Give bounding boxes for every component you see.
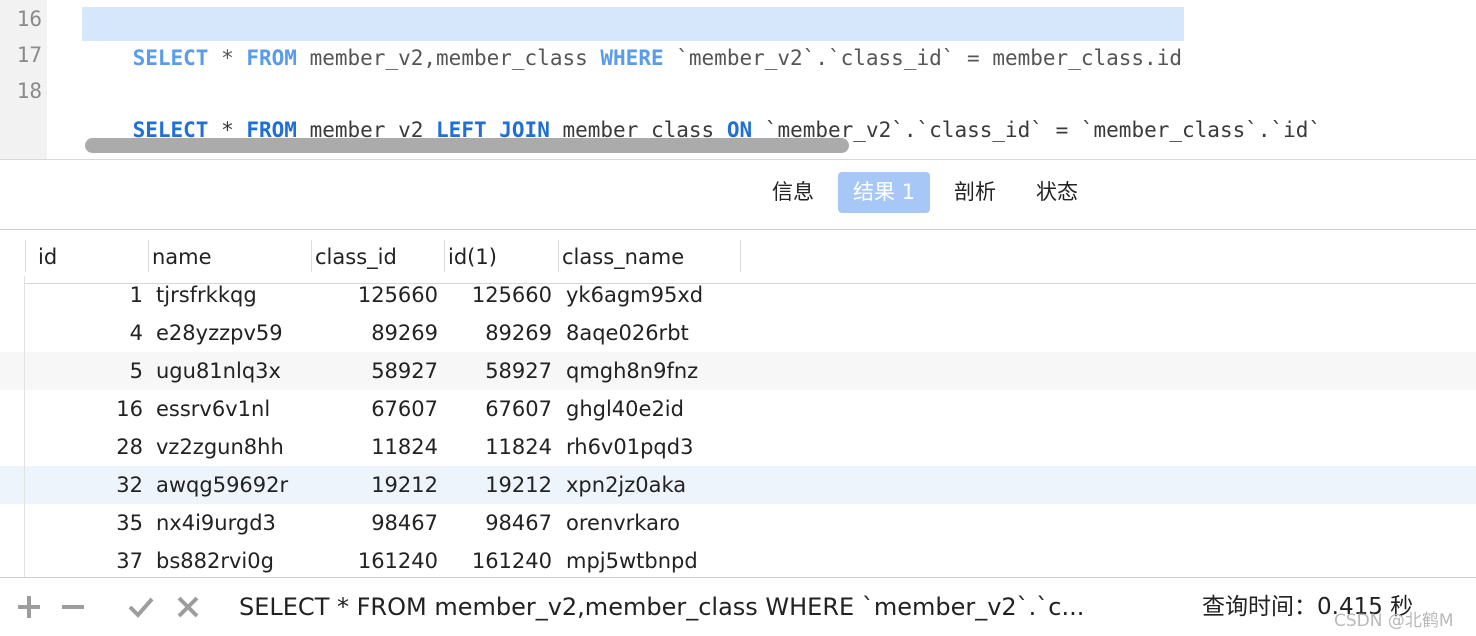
cell-id[interactable]: 28 [30,428,143,466]
table-row[interactable]: 5 ugu81nlq3x 58927 58927 qmgh8n9fnz [0,352,1476,390]
cell-name[interactable]: tjrsfrkkqg [156,276,257,314]
cross-icon[interactable] [173,592,203,622]
status-sql-text: SELECT * FROM member_v2,member_class WHE… [239,593,1085,621]
row-indicator[interactable] [0,466,25,504]
cell-name[interactable]: awqg59692r [156,466,288,504]
code-text: `member_v2`.`class_id` = member_class.id [663,46,1182,70]
cell-id[interactable]: 1 [30,276,143,314]
cell-id-1[interactable]: 89269 [446,314,552,352]
cell-class-id[interactable]: 67607 [312,390,438,428]
cell-class-name[interactable]: ghgl40e2id [566,390,684,428]
cell-id-1[interactable]: 67607 [446,390,552,428]
table-row[interactable]: 1 tjrsfrkkqg 125660 125660 yk6agm95xd [0,276,1476,314]
cell-class-name[interactable]: orenvrkaro [566,504,680,542]
table-row[interactable]: 35 nx4i9urgd3 98467 98467 orenvrkaro [0,504,1476,542]
cell-class-name[interactable]: 8aqe026rbt [566,314,689,352]
cell-class-name[interactable]: rh6v01pqd3 [566,428,693,466]
cell-class-name[interactable]: yk6agm95xd [566,276,703,314]
column-separator[interactable] [148,240,149,272]
line-number-gutter: 16 17 18 [0,0,47,160]
cell-name[interactable]: e28yzzpv59 [156,314,283,352]
column-separator[interactable] [558,240,559,272]
cell-class-name[interactable]: qmgh8n9fnz [566,352,698,390]
watermark: CSDN @北鹤M [1334,611,1454,631]
column-separator[interactable] [444,240,445,272]
cell-class-name[interactable]: mpj5wtbnpd [566,542,698,577]
row-indicator[interactable] [0,390,25,428]
cell-class-id[interactable]: 58927 [312,352,438,390]
cell-class-id[interactable]: 161240 [312,542,438,577]
plus-icon[interactable] [14,592,44,622]
cell-name[interactable]: vz2zgun8hh [156,428,284,466]
table-row[interactable]: 4 e28yzzpv59 89269 89269 8aqe026rbt [0,314,1476,352]
minus-icon[interactable] [58,592,88,622]
code-line[interactable]: SELECT * FROM member_v2 LEFT JOIN member… [82,79,1322,142]
cell-id[interactable]: 35 [30,504,143,542]
line-number: 16 [16,7,42,31]
cell-name[interactable]: essrv6v1nl [156,390,270,428]
cell-id-1[interactable]: 11824 [446,428,552,466]
status-bar: SELECT * FROM member_v2,member_class WHE… [0,577,1476,636]
cell-id[interactable]: 32 [30,466,143,504]
row-indicator[interactable] [0,352,25,390]
cell-class-id[interactable]: 19212 [312,466,438,504]
tab-status[interactable]: 状态 [1026,172,1088,213]
sql-keyword: SELECT [132,46,209,70]
code-line-selected[interactable]: SELECT * FROM member_v2,member_class WHE… [82,7,1184,70]
row-indicator[interactable] [0,504,25,542]
sql-keyword: WHERE [600,46,664,70]
cell-id-1[interactable]: 161240 [446,542,552,577]
cell-name[interactable]: ugu81nlq3x [156,352,281,390]
cell-class-id[interactable]: 89269 [312,314,438,352]
sql-editor[interactable]: 16 17 18 SELECT * FROM member_v2,member_… [0,0,1476,160]
cell-class-id[interactable]: 11824 [312,428,438,466]
line-number: 17 [16,43,42,67]
cell-id[interactable]: 4 [30,314,143,352]
row-indicator[interactable] [0,276,25,314]
table-row[interactable]: 28 vz2zgun8hh 11824 11824 rh6v01pqd3 [0,428,1476,466]
table-row[interactable]: 16 essrv6v1nl 67607 67607 ghgl40e2id [0,390,1476,428]
cell-id[interactable]: 37 [30,542,143,577]
column-separator [25,240,26,272]
cell-name[interactable]: nx4i9urgd3 [156,504,276,542]
cell-id[interactable]: 16 [30,390,143,428]
cell-id-1[interactable]: 125660 [446,276,552,314]
result-tabs: 信息 结果 1 剖析 状态 [0,160,1476,230]
cell-class-id[interactable]: 125660 [312,276,438,314]
cell-id[interactable]: 5 [30,352,143,390]
horizontal-scrollbar-thumb[interactable] [85,138,849,153]
table-row[interactable]: 32 awqg59692r 19212 19212 xpn2jz0aka [0,466,1476,504]
tab-result-1[interactable]: 结果 1 [838,172,930,213]
row-indicator[interactable] [0,314,25,352]
sql-keyword: FROM [246,46,297,70]
cell-class-name[interactable]: xpn2jz0aka [566,466,686,504]
row-indicator[interactable] [0,542,25,577]
cell-name[interactable]: bs882rvi0g [156,542,274,577]
line-number: 18 [16,79,42,103]
check-icon[interactable] [126,592,156,622]
cell-id-1[interactable]: 58927 [446,352,552,390]
tab-profile[interactable]: 剖析 [944,172,1006,213]
cell-id-1[interactable]: 19212 [446,466,552,504]
table-row[interactable]: 37 bs882rvi0g 161240 161240 mpj5wtbnpd [0,542,1476,577]
row-indicator[interactable] [0,428,25,466]
tab-info[interactable]: 信息 [762,172,824,213]
cell-class-id[interactable]: 98467 [312,504,438,542]
code-text: member_v2,member_class [296,46,601,70]
column-separator[interactable] [311,240,312,272]
cell-id-1[interactable]: 98467 [446,504,552,542]
column-separator[interactable] [740,240,741,272]
code-text: * [208,46,247,70]
